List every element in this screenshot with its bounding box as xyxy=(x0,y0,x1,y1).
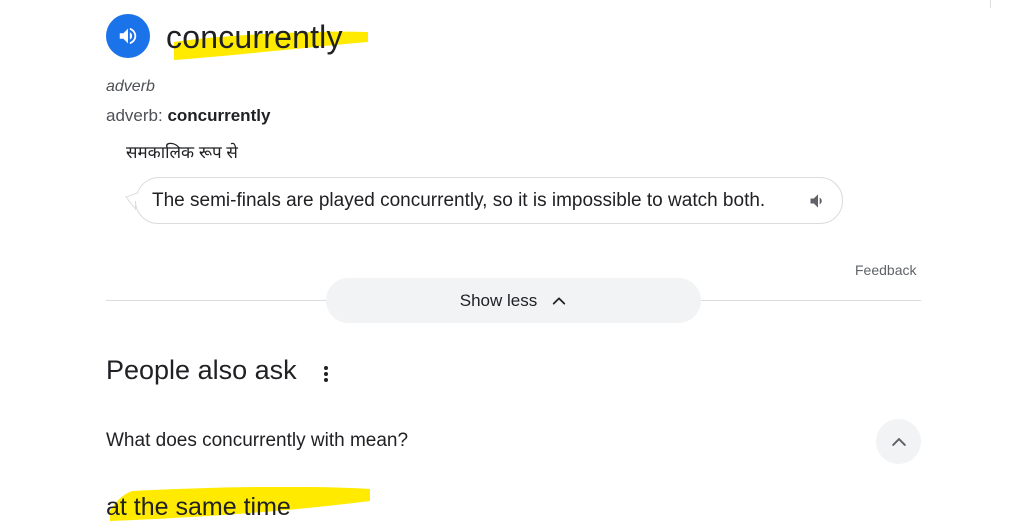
chevron-up-icon xyxy=(891,437,906,446)
show-less-label: Show less xyxy=(459,290,538,310)
pos-label: adverb xyxy=(106,106,158,125)
show-less-button[interactable]: Show less xyxy=(326,278,701,323)
speaker-icon xyxy=(119,27,137,45)
pos-word: concurrently xyxy=(167,106,271,125)
headword: concurrently xyxy=(166,19,343,55)
pronounce-button[interactable] xyxy=(106,14,150,58)
example-sentence: The semi-finals are played concurrently,… xyxy=(152,190,766,211)
part-of-speech: adverb xyxy=(106,78,155,95)
people-also-ask-title: People also ask xyxy=(106,355,297,385)
paa-answer: at the same time xyxy=(106,493,291,521)
pos-definition-line: adverb: concurrently xyxy=(106,106,270,126)
example-bubble: The semi-finals are played concurrently,… xyxy=(122,177,844,225)
page-edge-divider xyxy=(990,0,991,8)
more-vert-icon[interactable] xyxy=(318,362,334,386)
feedback-link[interactable]: Feedback xyxy=(855,262,916,278)
speaker-icon[interactable] xyxy=(808,191,828,211)
paa-collapse-button[interactable] xyxy=(876,419,921,464)
translation-text: समकालिक रूप से xyxy=(126,143,238,162)
paa-question[interactable]: What does concurrently with mean? xyxy=(106,430,408,452)
chevron-up-icon xyxy=(553,296,566,305)
